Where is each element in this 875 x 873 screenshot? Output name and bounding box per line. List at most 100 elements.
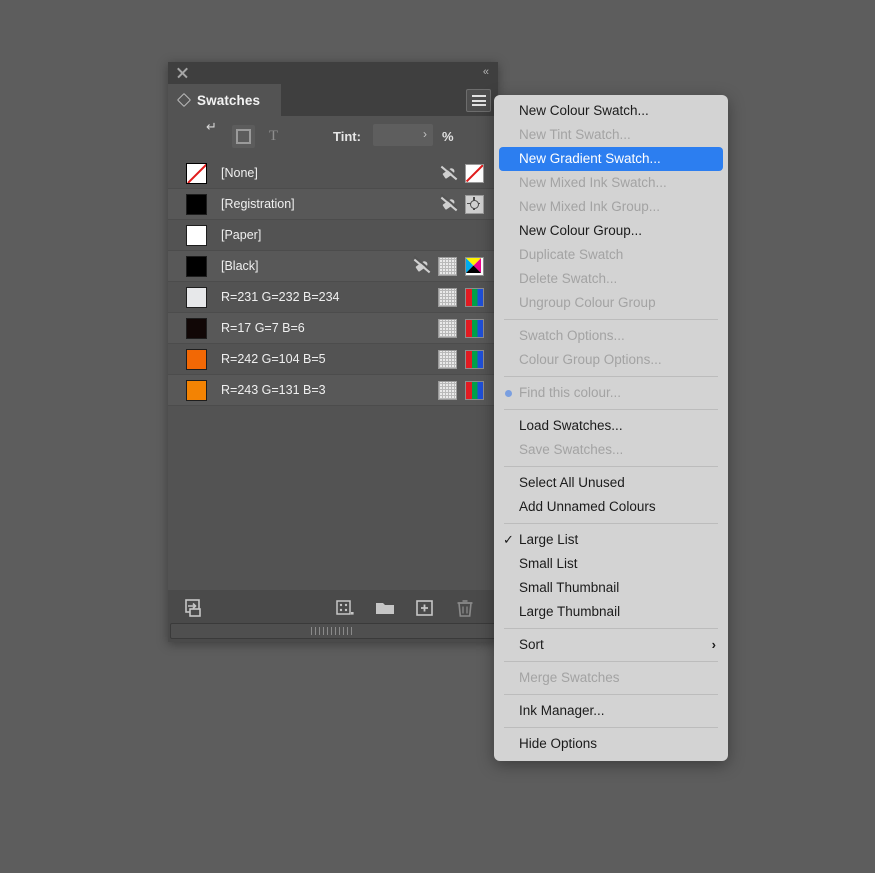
container-formatting-button[interactable] xyxy=(232,125,255,148)
panel-context-menu[interactable]: New Colour Swatch... New Tint Swatch... Ne… xyxy=(494,95,728,761)
fill-stroke-indicator[interactable]: ↵ xyxy=(196,120,232,154)
menu-item-sort[interactable]: Sort › xyxy=(494,633,728,657)
tint-chevron-icon[interactable]: › xyxy=(423,127,427,141)
tint-input[interactable]: › xyxy=(373,124,433,146)
menu-item-small-thumbnail[interactable]: Small Thumbnail xyxy=(494,576,728,600)
menu-item-ink-manager[interactable]: Ink Manager... xyxy=(494,699,728,723)
menu-item-label: New Colour Group... xyxy=(519,223,643,238)
panel-title: Swatches xyxy=(197,92,261,108)
swatch-colour-chip[interactable] xyxy=(186,162,207,184)
checkmark-icon: ✓ xyxy=(503,532,514,547)
tint-toolbar: ↵ T Tint: › % xyxy=(168,116,498,158)
menu-item-new-colour-group[interactable]: New Colour Group... xyxy=(494,219,728,243)
menu-item-small-list[interactable]: Small List xyxy=(494,552,728,576)
menu-item-large-thumbnail[interactable]: Large Thumbnail xyxy=(494,600,728,624)
show-swatch-groups-icon[interactable] xyxy=(182,596,206,620)
tab-swatches[interactable]: Swatches xyxy=(168,84,281,116)
swatch-row[interactable]: [Registration] xyxy=(168,189,498,220)
panel-footer xyxy=(168,590,498,642)
swatch-colour-chip[interactable] xyxy=(186,224,207,246)
registration-icon xyxy=(465,194,484,214)
menu-item-load-swatches[interactable]: Load Swatches... xyxy=(494,414,728,438)
menu-item-save-swatches: Save Swatches... xyxy=(494,438,728,462)
menu-item-new-gradient-swatch[interactable]: New Gradient Swatch... xyxy=(499,147,723,171)
menu-item-find-this-colour: Find this colour... xyxy=(494,381,728,405)
menu-separator xyxy=(504,319,718,320)
swatch-name-label: [None] xyxy=(221,166,258,180)
swatch-row[interactable]: R=242 G=104 B=5 xyxy=(168,344,498,375)
tint-grid-icon xyxy=(438,380,457,400)
tint-grid-icon xyxy=(438,256,457,276)
menu-item-new-colour-swatch[interactable]: New Colour Swatch... xyxy=(494,99,728,123)
swatch-row[interactable]: R=17 G=7 B=6 xyxy=(168,313,498,344)
swatch-name-label: [Black] xyxy=(221,259,259,273)
menu-item-label: New Gradient Swatch... xyxy=(519,151,661,166)
swatch-colour-chip[interactable] xyxy=(186,379,207,401)
rgb-icon xyxy=(465,318,484,338)
swatch-name-label: [Registration] xyxy=(221,197,295,211)
close-icon[interactable] xyxy=(176,66,189,79)
swatch-colour-chip[interactable] xyxy=(186,286,207,308)
tint-grid-icon xyxy=(438,287,457,307)
screen: « Swatches ↵ T Tint: › % [None] [Registr… xyxy=(0,0,875,873)
swatch-name-label: R=242 G=104 B=5 xyxy=(221,352,326,366)
swatch-row[interactable]: [Paper] xyxy=(168,220,498,251)
swatch-row[interactable]: R=243 G=131 B=3 xyxy=(168,375,498,406)
panel-tabstrip: Swatches xyxy=(168,84,498,116)
swatch-name-label: R=17 G=7 B=6 xyxy=(221,321,305,335)
swatch-row-icons xyxy=(440,162,498,183)
swatch-row-icons xyxy=(438,287,498,307)
swatch-row[interactable]: [None] xyxy=(168,158,498,189)
swatch-colour-chip[interactable] xyxy=(186,317,207,339)
menu-item-label: Sort xyxy=(519,637,544,652)
swatch-colour-chip[interactable] xyxy=(186,193,207,215)
swatch-row[interactable]: R=231 G=232 B=234 xyxy=(168,282,498,313)
menu-separator xyxy=(504,523,718,524)
new-swatch-icon[interactable] xyxy=(413,596,437,620)
panel-menu-icon[interactable] xyxy=(466,89,491,112)
swatch-row[interactable]: [Black] xyxy=(168,251,498,282)
menu-item-swatch-options: Swatch Options... xyxy=(494,324,728,348)
menu-separator xyxy=(504,727,718,728)
menu-item-large-list[interactable]: ✓ Large List xyxy=(494,528,728,552)
menu-item-label: Ink Manager... xyxy=(519,703,605,718)
text-formatting-button[interactable]: T xyxy=(262,125,285,148)
menu-item-label: Delete Swatch... xyxy=(519,271,618,286)
swap-fill-stroke-icon[interactable]: ↵ xyxy=(206,120,217,133)
text-formatting-label: T xyxy=(268,128,279,144)
menu-item-select-all-unused[interactable]: Select All Unused xyxy=(494,471,728,495)
delete-swatch-icon[interactable] xyxy=(453,596,477,620)
submenu-chevron-icon: › xyxy=(711,637,716,652)
swatch-row-icons xyxy=(438,349,498,369)
menu-item-label: Select All Unused xyxy=(519,475,625,490)
collapse-chevrons-icon[interactable]: « xyxy=(483,66,489,78)
menu-separator xyxy=(504,409,718,410)
pen-disabled-icon xyxy=(413,255,431,275)
menu-item-label: Large Thumbnail xyxy=(519,604,621,619)
menu-item-colour-group-options: Colour Group Options... xyxy=(494,348,728,372)
new-colour-group-icon[interactable] xyxy=(333,596,357,620)
swatch-name-label: R=243 G=131 B=3 xyxy=(221,383,326,397)
menu-item-merge-swatches: Merge Swatches xyxy=(494,666,728,690)
swatch-colour-chip[interactable] xyxy=(186,348,207,370)
menu-item-hide-options[interactable]: Hide Options xyxy=(494,732,728,756)
swatch-row-icons xyxy=(438,318,498,338)
menu-item-duplicate-swatch: Duplicate Swatch xyxy=(494,243,728,267)
container-square-icon xyxy=(236,129,251,144)
tab-diamond-icon xyxy=(176,92,192,108)
menu-item-label: Small List xyxy=(519,556,578,571)
swatch-colour-chip[interactable] xyxy=(186,255,207,277)
panel-titlebar: « xyxy=(168,62,498,84)
menu-separator xyxy=(504,694,718,695)
new-group-folder-icon[interactable] xyxy=(373,596,397,620)
menu-item-add-unnamed-colours[interactable]: Add Unnamed Colours xyxy=(494,495,728,519)
resize-grip[interactable] xyxy=(170,623,496,639)
menu-item-new-mixed-ink-group: New Mixed Ink Group... xyxy=(494,195,728,219)
menu-separator xyxy=(504,661,718,662)
menu-item-label: Large List xyxy=(519,532,579,547)
menu-item-label: Add Unnamed Colours xyxy=(519,499,656,514)
menu-item-label: New Mixed Ink Swatch... xyxy=(519,175,667,190)
swatch-name-label: [Paper] xyxy=(221,228,262,242)
bullet-icon xyxy=(505,390,512,397)
swatch-list[interactable]: [None] [Registration] [Paper] [Black] R=231 … xyxy=(168,158,498,590)
